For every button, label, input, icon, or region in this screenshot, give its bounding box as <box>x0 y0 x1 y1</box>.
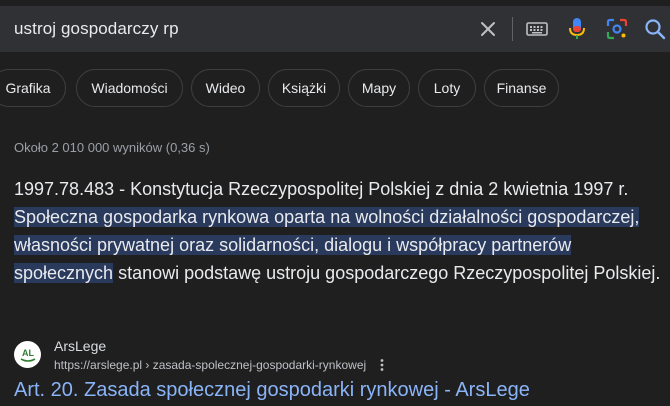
chip-wideo[interactable]: Wideo <box>191 69 260 107</box>
chip-wiadomosci[interactable]: Wiadomości <box>76 69 183 107</box>
result-title-link[interactable]: Art. 20. Zasada społecznej gospodarki ry… <box>14 379 530 402</box>
search-icon[interactable] <box>643 17 667 41</box>
chip-finanse[interactable]: Finanse <box>484 69 559 107</box>
chip-ksiazki[interactable]: Książki <box>268 69 340 107</box>
mic-icon[interactable] <box>565 17 589 41</box>
search-bar[interactable]: ustroj gospodarczy rp <box>0 6 670 52</box>
site-favicon-icon: AL <box>14 341 41 368</box>
snippet-text: 1997.78.483 - Konstytucja Rzeczypospolit… <box>14 179 629 199</box>
featured-snippet: 1997.78.483 - Konstytucja Rzeczypospolit… <box>14 175 670 287</box>
lens-icon[interactable] <box>605 17 629 41</box>
svg-text:AL: AL <box>22 348 34 358</box>
search-divider <box>512 17 513 41</box>
search-results-page: ustroj gospodarczy rp Grafika Wiadomości… <box>0 0 670 406</box>
chip-loty[interactable]: Loty <box>418 69 476 107</box>
chip-mapy[interactable]: Mapy <box>348 69 410 107</box>
site-url[interactable]: https://arslege.pl › zasada-spolecznej-g… <box>54 358 366 372</box>
chip-grafika[interactable]: Grafika <box>0 69 66 107</box>
close-icon[interactable] <box>476 17 500 41</box>
keyboard-icon[interactable] <box>525 17 549 41</box>
site-name[interactable]: ArsLege <box>54 338 106 354</box>
result-stats: Około 2 010 000 wyników (0,36 s) <box>14 140 210 155</box>
search-input[interactable]: ustroj gospodarczy rp <box>14 19 179 39</box>
more-options-icon[interactable] <box>378 358 386 372</box>
snippet-text-end: stanowi podstawę ustroju gospodarczego R… <box>113 263 661 283</box>
